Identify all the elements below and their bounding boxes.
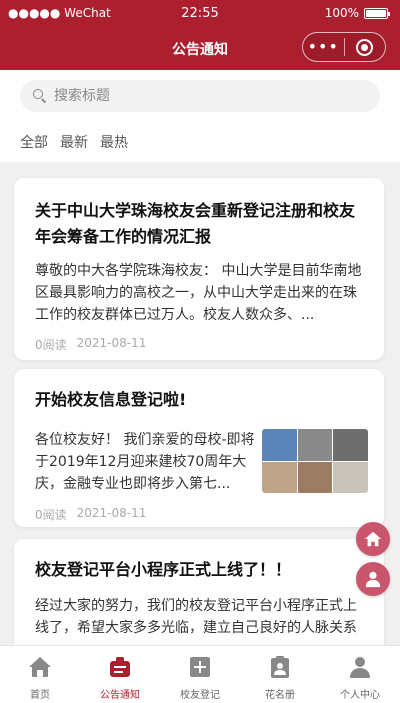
target-icon [356,38,374,56]
more-menu-button[interactable]: ••• [303,33,344,61]
battery-fill [366,9,386,17]
announcement-icon [107,654,133,680]
status-bar: ●●●●● WeChat 22:55 100% [0,0,400,28]
article-thumbnail [262,429,368,493]
tab-profile[interactable]: 个人中心 [320,646,400,703]
publish-date: 2021-08-11 [76,336,147,350]
tab-label: 公告通知 [100,690,140,701]
battery-icon [364,7,390,19]
publish-date: 2021-08-11 [76,506,147,520]
home-icon [27,654,53,680]
tab-label: 首页 [30,690,50,701]
tab-label: 个人中心 [340,690,380,701]
filter-area: 全部 最新 最热 [0,70,400,162]
add-square-icon [187,654,213,680]
search-icon [32,88,48,104]
close-miniprogram-button[interactable] [344,38,385,56]
view-count: 0阅读 [35,508,67,522]
tab-announcements[interactable]: 公告通知 [80,646,160,703]
article-title: 开始校友信息登记啦! [35,390,187,409]
roster-icon [267,654,293,680]
tab-all[interactable]: 全部 [20,132,48,152]
nav-bar: 公告通知 ••• [0,28,400,70]
search-input[interactable] [54,88,354,104]
article-excerpt: 经过大家的努力，我们的校友登记平台小程序正式上线了，希望大家多多光临，建立自己良… [35,598,357,636]
home-float-button[interactable] [356,522,390,556]
article-title: 校友登记平台小程序正式上线了！！ [35,560,292,579]
tab-roster[interactable]: 花名册 [240,646,320,703]
tab-alumni-register[interactable]: 校友登记 [160,646,240,703]
battery-indicator: 100% [324,6,390,20]
article-card[interactable]: 关于中山大学珠海校友会重新登记注册和校友年会筹备工作的情况汇报 尊敬的中大各学院… [14,178,384,360]
miniprogram-capsule: ••• [302,32,386,62]
view-count: 0阅读 [35,338,67,352]
person-icon [347,654,373,680]
article-meta: 0阅读 2021-08-11 [35,506,146,523]
battery-percent: 100% [324,6,359,20]
home-icon [364,531,382,547]
profile-float-button[interactable] [356,562,390,596]
filter-tabs: 全部 最新 最热 [20,132,128,152]
article-excerpt: 尊敬的中大各学院珠海校友： 中山大学是目前华南地区最具影响力的高校之一，从中山大… [35,263,362,323]
tab-home[interactable]: 首页 [0,646,80,703]
article-excerpt: 各位校友好！ 我们亲爱的母校-即将于2019年12月迎来建校70周年大庆，金融专… [35,432,255,492]
tab-hottest[interactable]: 最热 [100,132,128,152]
article-title: 关于中山大学珠海校友会重新登记注册和校友年会筹备工作的情况汇报 [35,201,356,246]
search-box [20,80,380,112]
tab-label: 校友登记 [180,690,220,701]
article-card[interactable]: 开始校友信息登记啦! 各位校友好！ 我们亲爱的母校-即将于2019年12月迎来建… [14,369,384,527]
tab-latest[interactable]: 最新 [60,132,88,152]
article-meta: 0阅读 2021-08-11 [35,336,146,353]
bottom-tab-bar: 首页 公告通知 校友登记 花名册 个人中心 [0,645,400,703]
article-card[interactable]: 校友登记平台小程序正式上线了！！ 经过大家的努力，我们的校友登记平台小程序正式上… [14,539,384,659]
user-icon [365,571,381,588]
tab-label: 花名册 [265,690,295,701]
